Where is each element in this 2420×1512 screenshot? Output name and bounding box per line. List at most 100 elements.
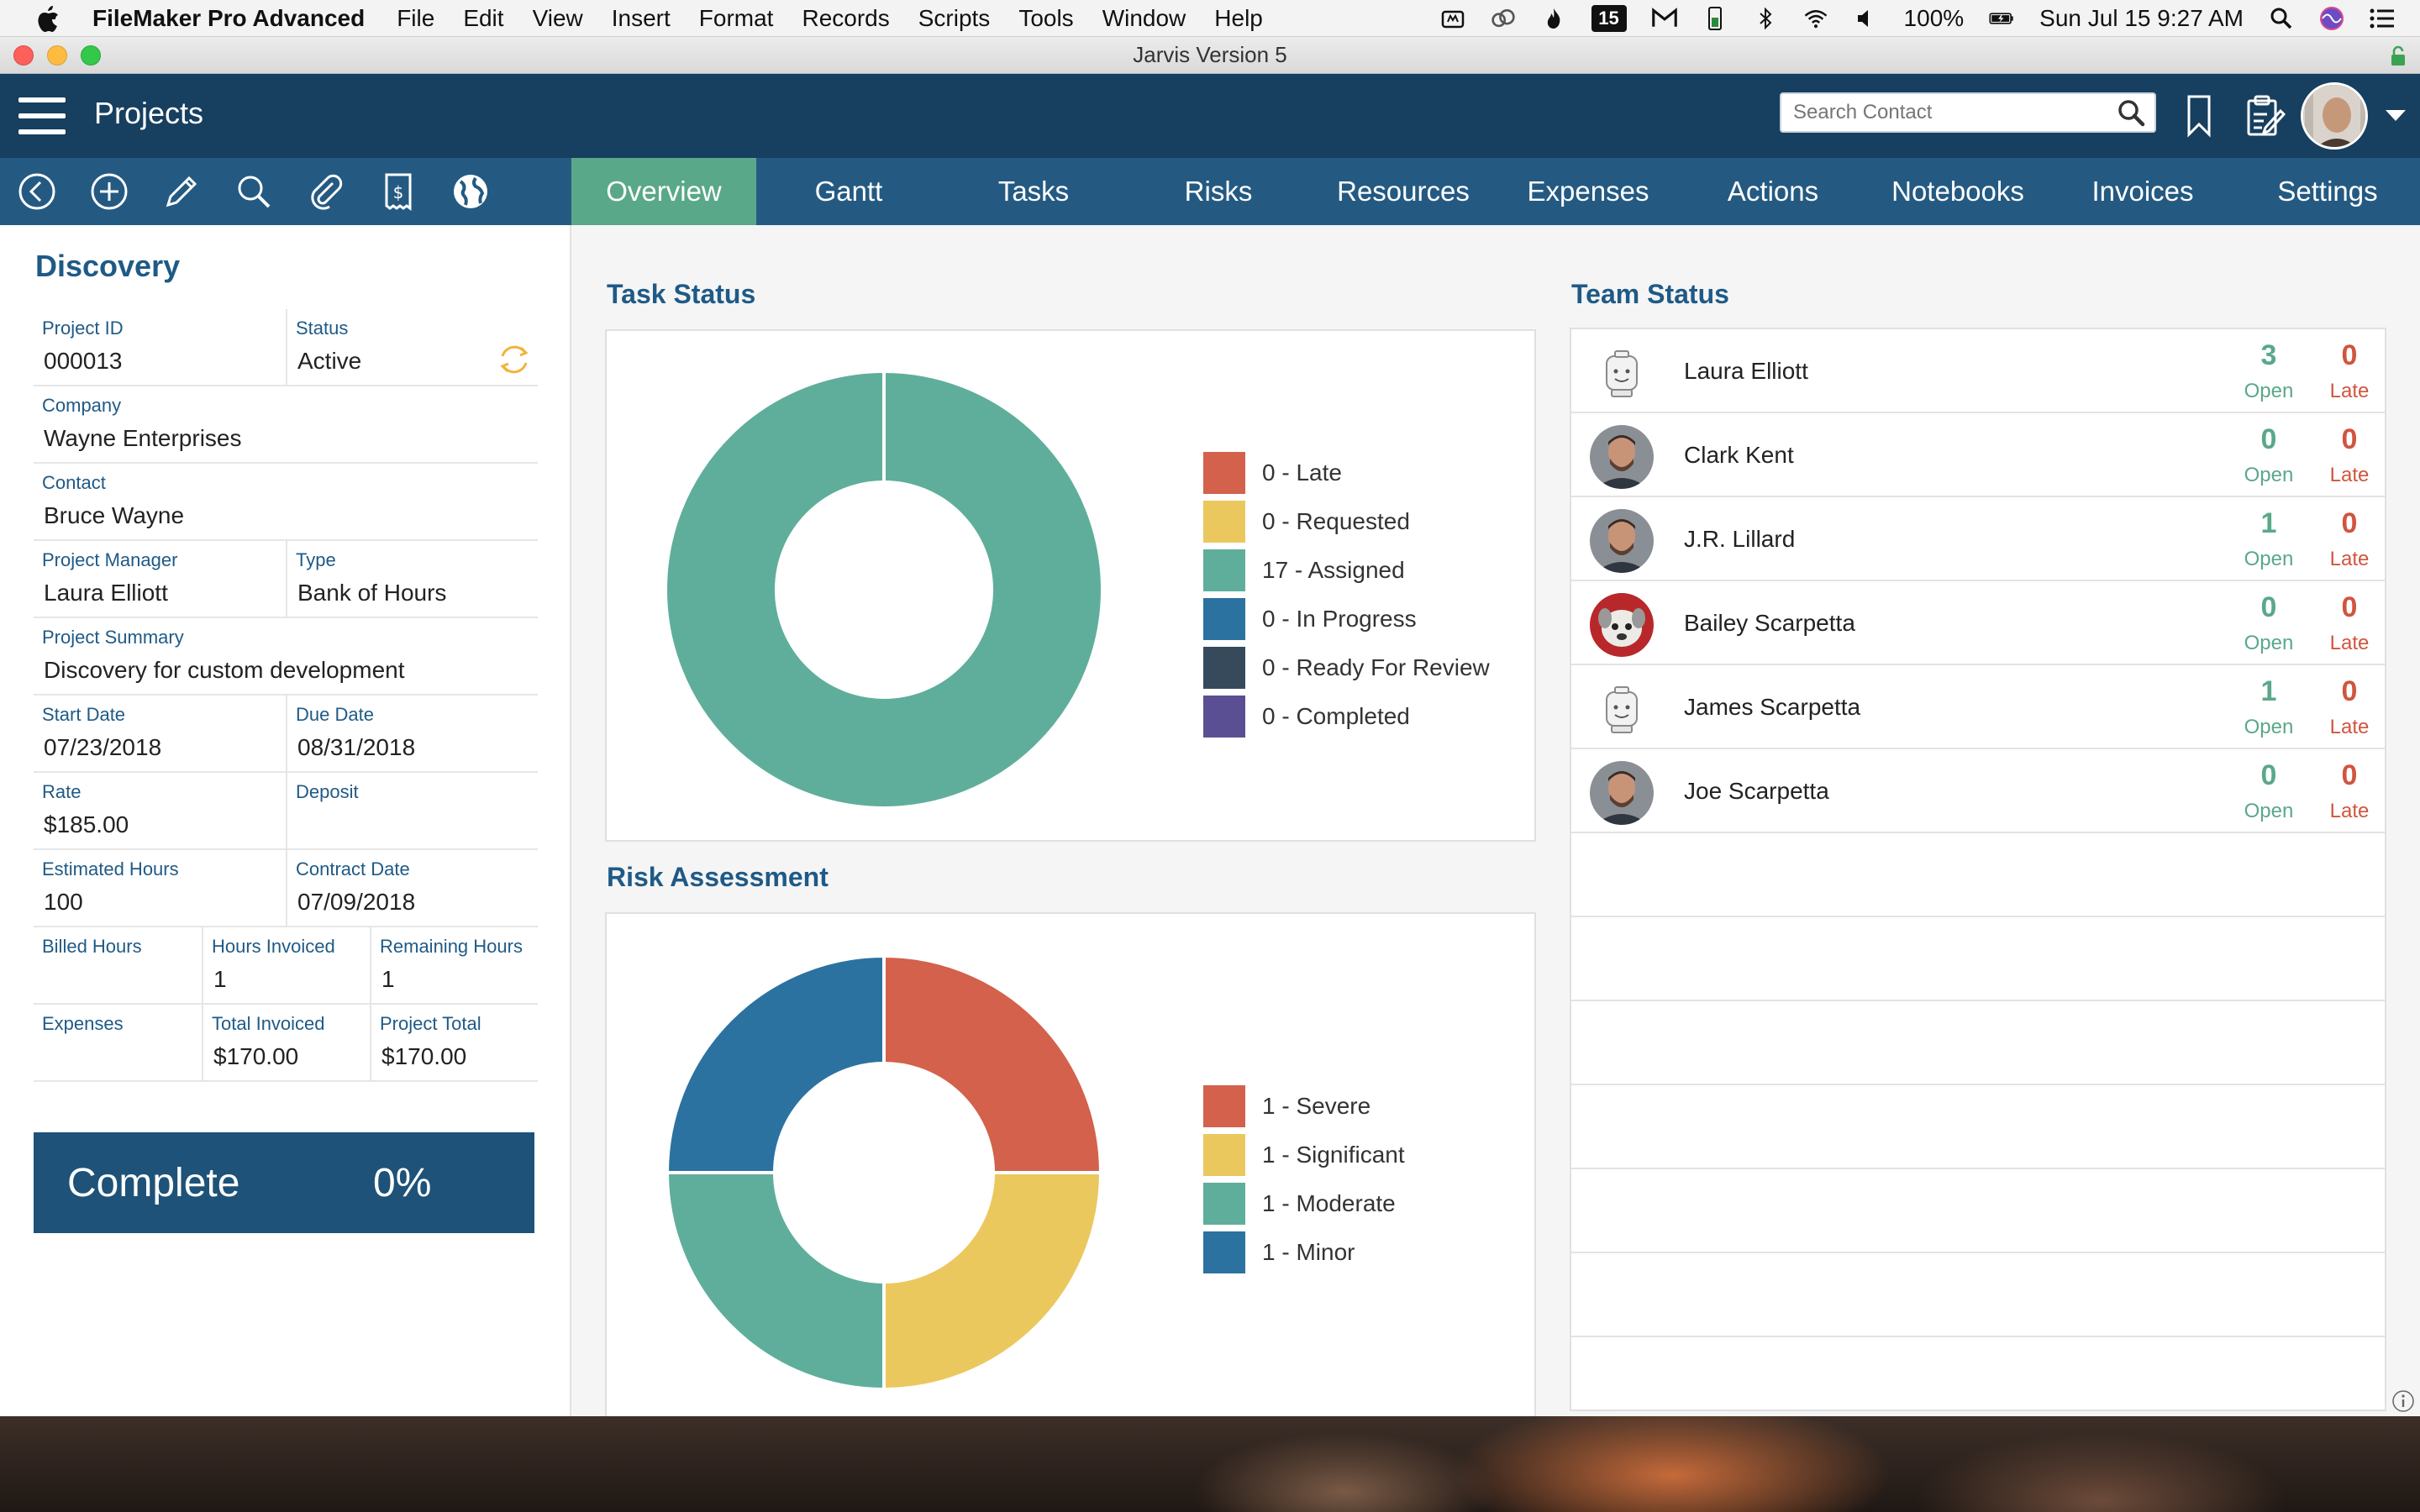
menu-scripts[interactable]: Scripts	[918, 5, 991, 32]
team-member-row[interactable]: Clark Kent 0 Open 0 Late	[1571, 413, 2385, 497]
status-field[interactable]: Status Active	[286, 309, 538, 385]
start-date-field[interactable]: Start Date 07/23/2018	[34, 696, 286, 771]
legend-item: 1 - Minor	[1203, 1228, 1405, 1277]
menu-insert[interactable]: Insert	[612, 5, 671, 32]
search-contact-input[interactable]	[1781, 101, 2114, 124]
add-icon[interactable]	[89, 171, 129, 212]
tab-expenses[interactable]: Expenses	[1496, 158, 1681, 225]
project-manager-field[interactable]: Project Manager Laura Elliott	[34, 541, 286, 617]
mail-icon[interactable]	[1651, 7, 1677, 30]
team-member-row[interactable]: J.R. Lillard 1 Open 0 Late	[1571, 497, 2385, 581]
open-count[interactable]: 3	[2227, 339, 2311, 372]
tab-gantt[interactable]: Gantt	[756, 158, 941, 225]
menu-help[interactable]: Help	[1214, 5, 1263, 32]
menu-records[interactable]: Records	[802, 5, 889, 32]
total-invoiced-field[interactable]: Total Invoiced $170.00	[202, 1005, 370, 1080]
team-member-row[interactable]: Joe Scarpetta 0 Open 0 Late	[1571, 749, 2385, 833]
tab-actions[interactable]: Actions	[1681, 158, 1865, 225]
estimated-hours-field[interactable]: Estimated Hours 100	[34, 850, 286, 926]
search-icon[interactable]	[2114, 96, 2148, 129]
battery-icon[interactable]	[1989, 7, 2014, 30]
team-member-row[interactable]: Laura Elliott 3 Open 0 Late	[1571, 329, 2385, 413]
late-count[interactable]: 0	[2307, 759, 2391, 792]
late-count[interactable]: 0	[2307, 675, 2391, 708]
globe-icon[interactable]	[450, 171, 491, 212]
attach-icon[interactable]	[306, 171, 346, 212]
tab-resources[interactable]: Resources	[1311, 158, 1496, 225]
slice-significant[interactable]	[882, 1171, 1103, 1392]
user-avatar[interactable]	[2301, 82, 2368, 150]
menu-view[interactable]: View	[533, 5, 583, 32]
edit-icon[interactable]	[161, 171, 202, 212]
project-total-field[interactable]: Project Total $170.00	[370, 1005, 538, 1080]
hours-invoiced-field[interactable]: Hours Invoiced 1	[202, 927, 370, 1003]
open-count[interactable]: 0	[2227, 591, 2311, 624]
app-menu[interactable]: FileMaker Pro Advanced	[92, 5, 365, 32]
expenses-field[interactable]: Expenses	[34, 1005, 202, 1080]
notification-center-icon[interactable]	[2370, 7, 2395, 30]
back-icon[interactable]	[17, 171, 57, 212]
refresh-icon[interactable]	[496, 341, 533, 378]
due-date-field[interactable]: Due Date 08/31/2018	[286, 696, 538, 771]
contact-field[interactable]: Contact Bruce Wayne	[34, 464, 538, 539]
tab-risks[interactable]: Risks	[1126, 158, 1311, 225]
team-member-row[interactable]: Bailey Scarpetta 0 Open 0 Late	[1571, 581, 2385, 665]
info-icon[interactable]	[2391, 1389, 2415, 1413]
contract-date-field[interactable]: Contract Date 07/09/2018	[286, 850, 538, 926]
chevron-down-icon[interactable]	[2385, 109, 2407, 123]
window-titlebar[interactable]: Jarvis Version 5	[0, 37, 2420, 74]
slice-minor[interactable]	[665, 953, 886, 1174]
open-count[interactable]: 1	[2227, 507, 2311, 540]
menu-window[interactable]: Window	[1102, 5, 1186, 32]
tab-invoices[interactable]: Invoices	[2050, 158, 2235, 225]
project-summary-field[interactable]: Project Summary Discovery for custom dev…	[34, 618, 538, 694]
billed-hours-field[interactable]: Billed Hours	[34, 927, 202, 1003]
remaining-hours-field[interactable]: Remaining Hours 1	[370, 927, 538, 1003]
calendar-icon[interactable]: 15	[1591, 5, 1627, 32]
siri-icon[interactable]	[2319, 7, 2344, 30]
tab-overview[interactable]: Overview	[571, 158, 756, 225]
project-id-field[interactable]: Project ID 000013	[34, 309, 286, 385]
menu-format[interactable]: Format	[699, 5, 774, 32]
slice-moderate[interactable]	[665, 1171, 886, 1392]
type-field[interactable]: Type Bank of Hours	[286, 541, 538, 617]
legend-swatch	[1203, 1183, 1245, 1225]
tab-tasks[interactable]: Tasks	[941, 158, 1126, 225]
tab-notebooks[interactable]: Notebooks	[1865, 158, 2050, 225]
hamburger-menu-icon[interactable]	[18, 97, 66, 134]
bluetooth-icon[interactable]	[1753, 7, 1778, 30]
open-count[interactable]: 1	[2227, 675, 2311, 708]
find-icon[interactable]	[234, 171, 274, 212]
tab-settings[interactable]: Settings	[2235, 158, 2420, 225]
close-window-button[interactable]	[13, 45, 34, 66]
deposit-field[interactable]: Deposit	[286, 773, 538, 848]
menu-tools[interactable]: Tools	[1018, 5, 1073, 32]
field-label: Project Manager	[42, 549, 178, 570]
bookmark-icon[interactable]	[2185, 94, 2213, 138]
clock-text[interactable]: Sun Jul 15 9:27 AM	[2039, 5, 2244, 32]
flame-icon[interactable]	[1541, 7, 1566, 30]
menu-file[interactable]: File	[397, 5, 434, 32]
wifi-icon[interactable]	[1803, 7, 1828, 30]
rate-field[interactable]: Rate $185.00	[34, 773, 286, 848]
menu-extra-icon[interactable]	[1440, 7, 1465, 30]
memory-icon[interactable]	[1702, 7, 1728, 30]
zoom-window-button[interactable]	[81, 45, 101, 66]
spotlight-icon[interactable]	[2269, 7, 2294, 30]
open-count[interactable]: 0	[2227, 759, 2311, 792]
volume-icon[interactable]	[1854, 7, 1879, 30]
apple-logo-icon[interactable]	[35, 5, 60, 32]
team-member-row[interactable]: James Scarpetta 1 Open 0 Late	[1571, 665, 2385, 749]
late-count[interactable]: 0	[2307, 423, 2391, 456]
late-count[interactable]: 0	[2307, 507, 2391, 540]
late-count[interactable]: 0	[2307, 339, 2391, 372]
late-count[interactable]: 0	[2307, 591, 2391, 624]
minimize-window-button[interactable]	[47, 45, 67, 66]
open-count[interactable]: 0	[2227, 423, 2311, 456]
notes-icon[interactable]	[2245, 94, 2286, 138]
creative-cloud-icon[interactable]	[1491, 7, 1516, 30]
slice-severe[interactable]	[882, 953, 1103, 1174]
company-field[interactable]: Company Wayne Enterprises	[34, 386, 538, 462]
invoice-icon[interactable]: $	[378, 171, 418, 212]
menu-edit[interactable]: Edit	[463, 5, 503, 32]
